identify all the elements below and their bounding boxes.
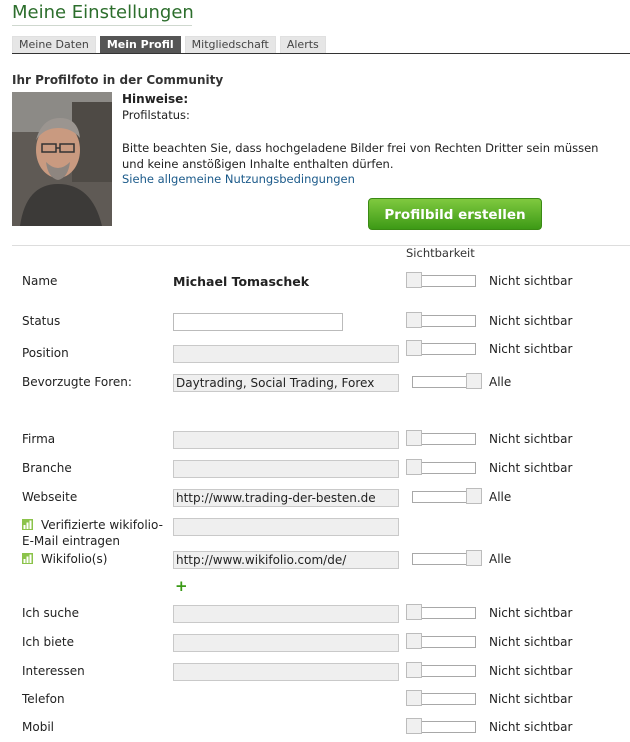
ich-biete-visibility-text: Nicht sichtbar <box>489 635 573 649</box>
status-visibility-text: Nicht sichtbar <box>489 314 573 328</box>
wikifolio-icon <box>22 553 33 564</box>
ich-biete-label: Ich biete <box>22 635 74 649</box>
forums-label: Bevorzugte Foren: <box>22 375 132 389</box>
title-divider <box>12 25 192 26</box>
slider-knob[interactable] <box>406 690 422 706</box>
name-visibility-slider[interactable] <box>406 272 476 288</box>
branche-visibility-text: Nicht sichtbar <box>489 461 573 475</box>
wikifolio-email-label: Verifizierte wikifolio- <box>22 518 163 532</box>
status-label: Status <box>22 314 61 328</box>
position-input[interactable] <box>173 345 399 363</box>
webseite-visibility-slider[interactable] <box>412 488 482 504</box>
position-visibility-text: Nicht sichtbar <box>489 342 573 356</box>
mobil-visibility-slider[interactable] <box>406 718 476 734</box>
telefon-visibility-slider[interactable] <box>406 690 476 706</box>
slider-knob[interactable] <box>406 459 422 475</box>
wikifolio-email-input[interactable] <box>173 518 399 536</box>
slider-knob[interactable] <box>406 718 422 734</box>
profile-photo <box>12 92 112 226</box>
firma-input[interactable] <box>173 431 399 449</box>
upload-notice: Bitte beachten Sie, dass hochgeladene Bi… <box>122 141 599 171</box>
slider-knob[interactable] <box>466 488 482 504</box>
ich-suche-visibility-slider[interactable] <box>406 604 476 620</box>
slider-knob[interactable] <box>406 662 422 678</box>
tabs-divider <box>12 53 630 54</box>
ich-suche-label: Ich suche <box>22 606 79 620</box>
slider-knob[interactable] <box>466 550 482 566</box>
slider-knob[interactable] <box>406 430 422 446</box>
telefon-visibility-text: Nicht sichtbar <box>489 692 573 706</box>
forums-visibility-slider[interactable] <box>412 373 482 389</box>
interessen-visibility-slider[interactable] <box>406 662 476 678</box>
branche-label: Branche <box>22 461 72 475</box>
name-value: Michael Tomaschek <box>173 274 310 289</box>
wikifolio-email-label-line2: E-Mail eintragen <box>22 534 121 548</box>
interessen-label: Interessen <box>22 664 85 678</box>
settings-tabs: Meine Daten Mein Profil Mitgliedschaft A… <box>12 36 326 54</box>
photo-section-title: Ihr Profilfoto in der Community <box>12 73 224 87</box>
wikifolio-icon <box>22 519 33 530</box>
firma-visibility-slider[interactable] <box>406 430 476 446</box>
create-profile-picture-button[interactable]: Profilbild erstellen <box>368 198 542 230</box>
terms-link[interactable]: Siehe allgemeine Nutzungsbedingungen <box>122 172 355 186</box>
webseite-label: Webseite <box>22 490 78 504</box>
wikifolios-label: Wikifolio(s) <box>22 552 107 566</box>
wikifolio-email-label-line1: Verifizierte wikifolio- <box>41 518 163 532</box>
slider-knob[interactable] <box>406 312 422 328</box>
wikifolios-input[interactable]: http://www.wikifolio.com/de/ <box>173 551 399 569</box>
profile-status-label: Profilstatus: <box>122 108 190 122</box>
slider-knob[interactable] <box>406 340 422 356</box>
webseite-input[interactable]: http://www.trading-der-besten.de <box>173 489 399 507</box>
name-label: Name <box>22 274 58 288</box>
status-select[interactable] <box>173 313 343 331</box>
slider-knob[interactable] <box>466 373 482 389</box>
wikifolios-visibility-text: Alle <box>489 552 512 566</box>
slider-knob[interactable] <box>406 604 422 620</box>
forums-visibility-text: Alle <box>489 375 512 389</box>
wikifolios-visibility-slider[interactable] <box>412 550 482 566</box>
visibility-header: Sichtbarkeit <box>406 246 475 260</box>
ich-suche-visibility-text: Nicht sichtbar <box>489 606 573 620</box>
webseite-visibility-text: Alle <box>489 490 512 504</box>
slider-knob[interactable] <box>406 633 422 649</box>
tab-alerts[interactable]: Alerts <box>279 36 326 54</box>
forums-input[interactable]: Daytrading, Social Trading, Forex <box>173 374 399 392</box>
page-title: Meine Einstellungen <box>12 2 194 23</box>
position-visibility-slider[interactable] <box>406 340 476 356</box>
branche-input[interactable] <box>173 460 399 478</box>
slider-knob[interactable] <box>406 272 422 288</box>
mobil-visibility-text: Nicht sichtbar <box>489 720 573 734</box>
hint-label: Hinweise: <box>122 92 189 106</box>
tab-meine-daten[interactable]: Meine Daten <box>12 36 96 54</box>
ich-suche-input[interactable] <box>173 605 399 623</box>
name-visibility-text: Nicht sichtbar <box>489 274 573 288</box>
tab-mein-profil[interactable]: Mein Profil <box>99 36 181 54</box>
mobil-label: Mobil <box>22 720 54 734</box>
add-wikifolio-plus-icon[interactable]: + <box>175 577 188 595</box>
branche-visibility-slider[interactable] <box>406 459 476 475</box>
ich-biete-input[interactable] <box>173 634 399 652</box>
firma-label: Firma <box>22 432 56 446</box>
status-visibility-slider[interactable] <box>406 312 476 328</box>
position-label: Position <box>22 346 69 360</box>
wikifolios-label-text: Wikifolio(s) <box>41 552 108 566</box>
telefon-label: Telefon <box>22 692 65 706</box>
tab-mitgliedschaft[interactable]: Mitgliedschaft <box>184 36 276 54</box>
ich-biete-visibility-slider[interactable] <box>406 633 476 649</box>
interessen-input[interactable] <box>173 663 399 681</box>
interessen-visibility-text: Nicht sichtbar <box>489 664 573 678</box>
firma-visibility-text: Nicht sichtbar <box>489 432 573 446</box>
section-divider <box>12 245 630 246</box>
